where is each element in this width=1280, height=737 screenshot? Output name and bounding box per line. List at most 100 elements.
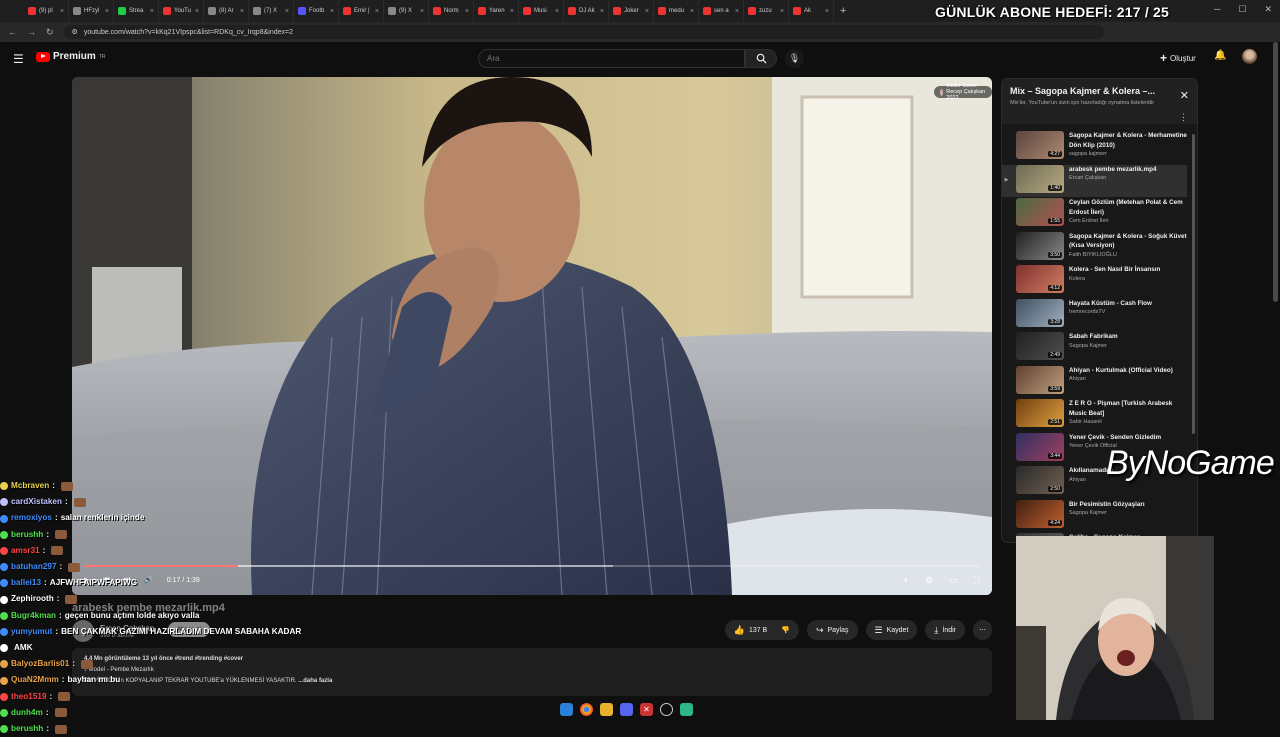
share-button[interactable]: ↪ Paylaş <box>806 620 858 640</box>
browser-tab[interactable]: Strea × <box>114 0 159 22</box>
search-input[interactable] <box>478 49 745 68</box>
thumbs-down-icon[interactable]: 👎 <box>781 626 790 634</box>
like-button[interactable]: 👍 137 B 👎 <box>724 620 799 640</box>
browser-tab[interactable]: (8) Ar × <box>204 0 249 22</box>
playlist-thumbnail[interactable]: 4:27 <box>1016 131 1064 159</box>
playlist-item[interactable]: 3:28 Hayata Küstüm - Cash Flow Iremrecords… <box>1002 298 1187 331</box>
playlist-item-title[interactable]: Sabah Fabrikam <box>1069 332 1187 342</box>
browser-tab[interactable]: Yaren × <box>474 0 519 22</box>
tab-close-icon[interactable]: × <box>195 8 199 15</box>
playlist-thumbnail[interactable]: 2:51 <box>1016 399 1064 427</box>
tab-close-icon[interactable]: × <box>600 8 604 15</box>
playlist-thumbnail[interactable]: 4:12 <box>1016 265 1064 293</box>
video-title-chip[interactable]: İnciler Cover Recep Çalışkan 2022 <box>934 83 992 101</box>
playlist-thumbnail[interactable]: 3:59 <box>1016 365 1064 394</box>
tab-close-icon[interactable]: × <box>60 8 64 15</box>
file-explorer-icon[interactable] <box>600 702 613 716</box>
browser-tab[interactable]: DJ Ak × <box>564 0 609 22</box>
playlist-thumbnail[interactable]: 4:24 <box>1016 499 1064 528</box>
url-field[interactable]: ⚙ youtube.com/watch?v=kKq21VIpspc&list=R… <box>63 25 1104 39</box>
playlist-thumbnail[interactable]: 2:49 <box>1016 332 1064 360</box>
create-button[interactable]: + Oluştur <box>1160 51 1196 65</box>
autoplay-toggle-icon[interactable]: ◐ <box>904 575 909 586</box>
chrome-icon[interactable] <box>580 702 593 716</box>
close-icon[interactable]: ✕ <box>1180 89 1189 102</box>
playlist-item[interactable]: 2:51 Z E R O - Pişman [Turkish Arabesk Mu… <box>1002 399 1187 431</box>
playlist-title[interactable]: Mix – Sagopa Kajmer & Kolera –... <box>1010 86 1189 96</box>
search-button[interactable] <box>745 49 777 68</box>
playlist-item[interactable]: 2:49 Sabah Fabrikam Sagopa Kajmer <box>1002 332 1187 364</box>
new-tab-icon[interactable]: + <box>840 5 846 17</box>
playlist-item-title[interactable]: arabesk pembe mezarlik.mp4 <box>1069 165 1187 175</box>
back-icon[interactable]: ← <box>8 27 17 37</box>
browser-tab[interactable]: Emir | × <box>339 0 384 22</box>
browser-tab[interactable]: Norm × <box>429 0 474 22</box>
tab-close-icon[interactable]: × <box>825 8 829 15</box>
browser-tab[interactable]: (9) pl × <box>24 0 69 22</box>
browser-tab[interactable]: (9) X × <box>384 0 429 22</box>
close-window-icon[interactable]: ✕ <box>1264 4 1272 15</box>
playlist-item-title[interactable]: Sagopa Kajmer & Kolera - Merhametine Dön… <box>1069 131 1187 150</box>
browser-tab[interactable]: Footb × <box>294 0 339 22</box>
hamburger-menu-icon[interactable]: ☰ <box>13 52 24 66</box>
notifications-bell-icon[interactable]: 🔔 <box>1214 50 1226 61</box>
browser-tab[interactable]: medu × <box>654 0 699 22</box>
playlist-item[interactable]: 4:12 Kolera - Sen Nasıl Bir İnsansın Koler… <box>1002 265 1187 297</box>
tab-close-icon[interactable]: × <box>375 8 379 15</box>
voice-search-button[interactable]: 🎙 <box>785 49 804 68</box>
spotify-icon[interactable] <box>660 702 673 716</box>
playlist-item-title[interactable]: Bir Pesimistin Gözyaşları <box>1069 500 1187 510</box>
tab-close-icon[interactable]: × <box>150 8 154 15</box>
discord-icon[interactable] <box>620 702 633 716</box>
browser-tab[interactable]: Joker × <box>609 0 654 22</box>
playlist-item-title[interactable]: Ceylan Gözlüm (Metehan Polat & Cem Erdos… <box>1069 198 1187 217</box>
tab-close-icon[interactable]: × <box>465 8 469 15</box>
x-app-icon[interactable]: ✕ <box>640 702 653 716</box>
playlist-thumbnail[interactable]: 3:50 <box>1016 231 1064 260</box>
playlist-item-title[interactable]: Kolera - Sen Nasıl Bir İnsansın <box>1069 265 1187 275</box>
fullscreen-icon[interactable]: ⛶ <box>974 575 980 586</box>
playlist-item-title[interactable]: Hayata Küstüm - Cash Flow <box>1069 299 1187 309</box>
tab-close-icon[interactable]: × <box>735 8 739 15</box>
miniplayer-icon[interactable]: ▭ <box>949 575 958 586</box>
playlist-menu-icon[interactable]: ⋮ <box>1179 112 1188 123</box>
playlist-scrollbar[interactable] <box>1192 134 1195 434</box>
tab-close-icon[interactable]: × <box>510 8 514 15</box>
browser-tab[interactable]: zuzu × <box>744 0 789 22</box>
browser-tab[interactable]: Musi × <box>519 0 564 22</box>
tab-close-icon[interactable]: × <box>420 8 424 15</box>
tab-close-icon[interactable]: × <box>645 8 649 15</box>
playlist-item-title[interactable]: Z E R O - Pişman [Turkish Arabesk Music … <box>1069 399 1187 418</box>
playlist-item[interactable]: 3:50 Sagopa Kajmer & Kolera - Soğuk Küvet… <box>1002 231 1187 264</box>
playlist-item[interactable]: ▶ 1:40 arabesk pembe mezarlik.mp4 Ercan Çal… <box>1002 164 1187 197</box>
save-button[interactable]: ☰ Kaydet <box>865 620 918 640</box>
app-icon[interactable] <box>680 702 693 716</box>
playlist-item-title[interactable]: Yener Çevik - Senden Gizledim <box>1069 433 1187 443</box>
windows-start-icon[interactable] <box>560 702 573 716</box>
tab-close-icon[interactable]: × <box>555 8 559 15</box>
playlist-thumbnail[interactable]: 1:40 <box>1016 164 1064 193</box>
more-actions-button[interactable]: ⋯ <box>973 620 992 640</box>
browser-tab[interactable]: Ak × <box>789 0 834 22</box>
tab-close-icon[interactable]: × <box>285 8 289 15</box>
page-scrollbar[interactable] <box>1273 42 1278 302</box>
tab-close-icon[interactable]: × <box>780 8 784 15</box>
playlist-item[interactable]: 3:59 Ahiyan - Kurtulmak (Official Video) A… <box>1002 365 1187 398</box>
browser-tab[interactable]: HFzyl × <box>69 0 114 22</box>
minimize-icon[interactable]: ─ <box>1214 4 1220 15</box>
playlist-thumbnail[interactable]: 2:50 <box>1016 466 1064 494</box>
playlist-item-title[interactable]: Sagopa Kajmer & Kolera - Soğuk Küvet (Kı… <box>1069 232 1187 251</box>
forward-icon[interactable]: → <box>27 27 36 37</box>
download-button[interactable]: ⤓ İndir <box>925 620 965 640</box>
playlist-item-title[interactable]: Ahiyan - Kurtulmak (Official Video) <box>1069 366 1187 376</box>
playlist-item[interactable]: 4:24 Bir Pesimistin Gözyaşları Sagopa Kajm… <box>1002 499 1187 532</box>
browser-tab[interactable]: (7) X × <box>249 0 294 22</box>
reload-icon[interactable]: ↻ <box>46 27 54 38</box>
browser-tab[interactable]: YouTu × <box>159 0 204 22</box>
tab-close-icon[interactable]: × <box>330 8 334 15</box>
tab-close-icon[interactable]: × <box>105 8 109 15</box>
tab-close-icon[interactable]: × <box>690 8 694 15</box>
account-avatar[interactable] <box>1242 49 1257 64</box>
youtube-premium-logo[interactable]: Premium TR <box>36 51 105 62</box>
maximize-icon[interactable]: ☐ <box>1238 4 1246 15</box>
